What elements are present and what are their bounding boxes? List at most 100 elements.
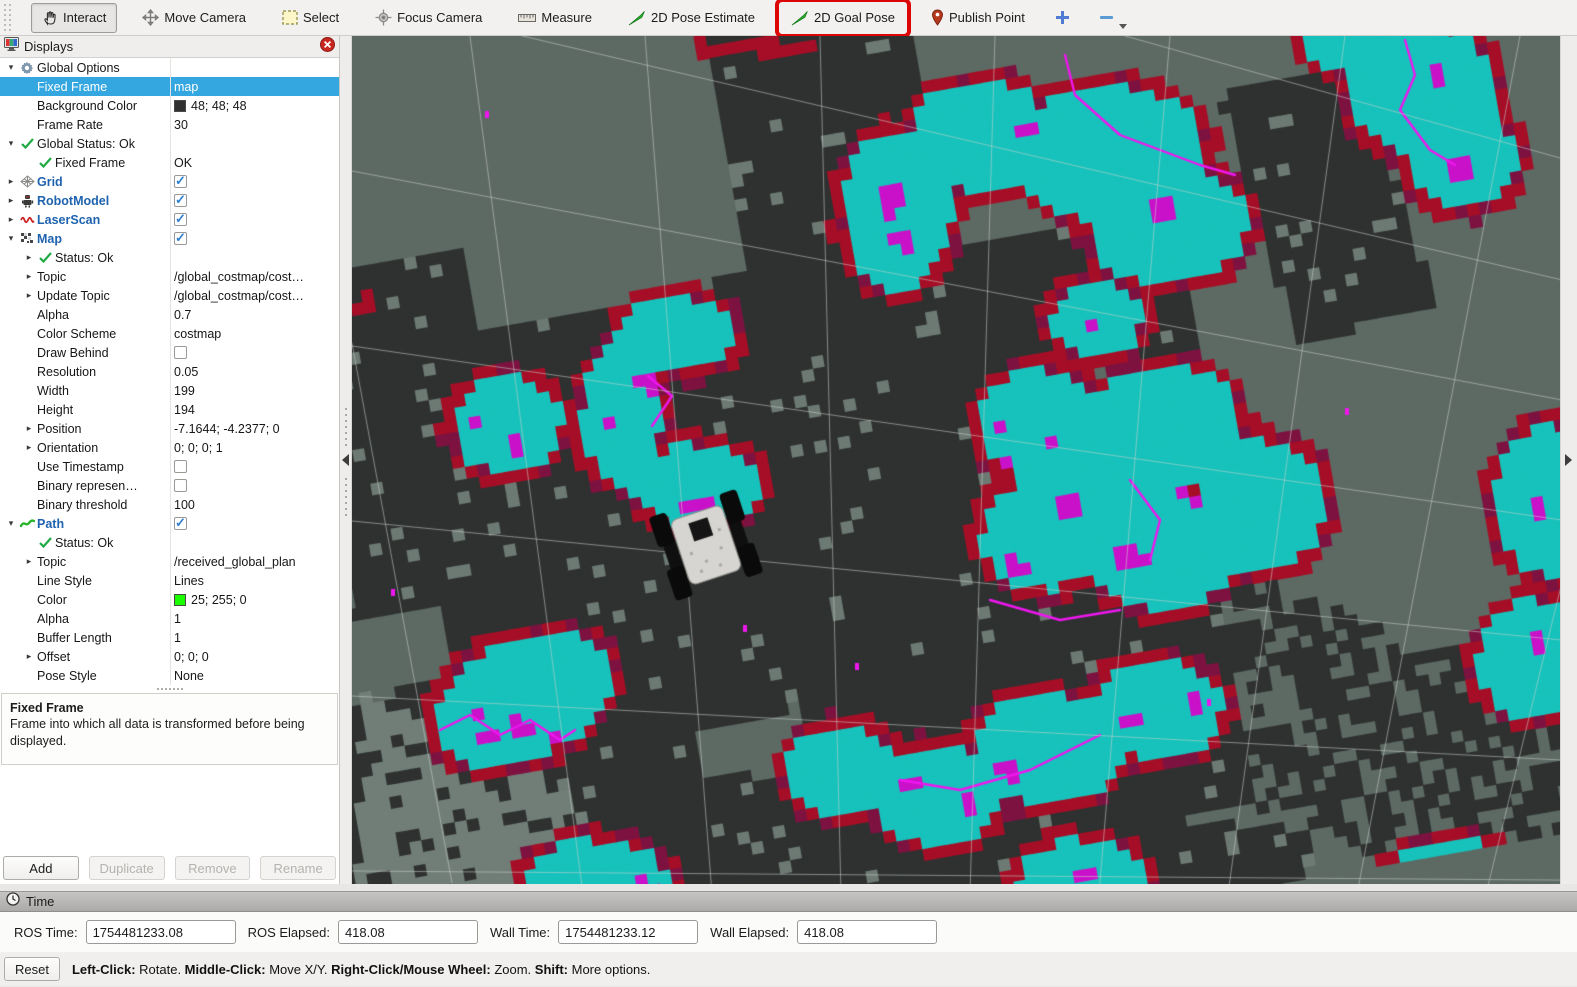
- map-icon: [18, 232, 36, 245]
- check-icon: [36, 537, 54, 548]
- move-icon: [142, 9, 159, 26]
- property-label: Global Status: Ok: [36, 137, 135, 151]
- property-value[interactable]: /global_costmap/cost…: [174, 286, 304, 305]
- reset-button[interactable]: Reset: [4, 957, 60, 981]
- tool-button-focus-camera[interactable]: Focus Camera: [364, 3, 493, 33]
- property-value[interactable]: 0.05: [174, 362, 198, 381]
- enabled-checkbox[interactable]: [174, 479, 187, 492]
- enabled-checkbox[interactable]: [174, 194, 187, 207]
- hand-icon: [42, 10, 58, 26]
- property-value[interactable]: 194: [174, 400, 195, 419]
- expand-right-arrow-icon[interactable]: [1565, 454, 1572, 466]
- color-value[interactable]: 25; 255; 0: [191, 593, 247, 607]
- property-value[interactable]: OK: [174, 153, 192, 172]
- property-value[interactable]: 1: [174, 628, 181, 647]
- time-panel-header[interactable]: Time: [0, 891, 1577, 912]
- clock-icon: [6, 892, 20, 911]
- property-value[interactable]: 1: [174, 609, 181, 628]
- color-swatch[interactable]: [174, 100, 186, 112]
- add-display-button[interactable]: Add: [3, 856, 79, 880]
- expander-closed-icon[interactable]: ▸: [22, 442, 36, 453]
- expander-closed-icon[interactable]: ▸: [22, 290, 36, 301]
- property-label: Color Scheme: [36, 327, 116, 341]
- help-title: Fixed Frame: [10, 700, 329, 716]
- rviz-window: Interact Move Camera Select Focus Camera Mea…: [0, 0, 1577, 987]
- expander-closed-icon[interactable]: ▸: [4, 176, 18, 187]
- expander-open-icon[interactable]: ▾: [4, 62, 18, 73]
- left-splitter[interactable]: [340, 36, 352, 884]
- enabled-checkbox[interactable]: [174, 213, 187, 226]
- color-value[interactable]: 48; 48; 48: [191, 99, 247, 113]
- property-help-box: Fixed Frame Frame into which all data is…: [1, 693, 338, 765]
- enabled-checkbox[interactable]: [174, 175, 187, 188]
- expander-closed-icon[interactable]: ▸: [22, 556, 36, 567]
- laser-icon: [18, 215, 36, 224]
- property-value[interactable]: 199: [174, 381, 195, 400]
- property-value[interactable]: 30: [174, 115, 188, 134]
- property-label: Topic: [36, 270, 66, 284]
- tool-button-publish-point[interactable]: Publish Point: [920, 3, 1036, 33]
- enabled-checkbox[interactable]: [174, 346, 187, 359]
- tool-button-2d-pose-estimate[interactable]: 2D Pose Estimate: [617, 3, 766, 33]
- property-label: Width: [36, 384, 69, 398]
- property-value[interactable]: /received_global_plan: [174, 552, 296, 571]
- tool-button-select[interactable]: Select: [271, 3, 350, 33]
- displays-tree: ▾Global OptionsFixed FramemapBackground …: [0, 58, 339, 685]
- remove-tool-button[interactable]: [1094, 5, 1120, 31]
- tool-button-measure[interactable]: Measure: [507, 3, 603, 33]
- expander-open-icon[interactable]: ▾: [4, 233, 18, 244]
- gear-icon: [18, 61, 36, 75]
- property-label: Color: [36, 593, 67, 607]
- collapse-left-arrow-icon[interactable]: [342, 454, 349, 466]
- property-value[interactable]: Lines: [174, 571, 204, 590]
- property-value[interactable]: 100: [174, 495, 195, 514]
- property-label: Orientation: [36, 441, 98, 455]
- displays-panel-header[interactable]: Displays: [0, 36, 339, 58]
- property-value[interactable]: -7.1644; -4.2377; 0: [174, 419, 280, 438]
- enabled-checkbox[interactable]: [174, 232, 187, 245]
- property-value[interactable]: 0; 0; 0; 1: [174, 438, 223, 457]
- property-value[interactable]: costmap: [174, 324, 221, 343]
- property-value[interactable]: map: [174, 77, 198, 96]
- tool-buttons: Interact Move Camera Select Focus Camera Mea…: [31, 3, 1050, 33]
- tool-dropdown-caret[interactable]: [1119, 24, 1127, 29]
- property-label: Use Timestamp: [36, 460, 124, 474]
- enabled-checkbox[interactable]: [174, 517, 187, 530]
- property-label: Binary represen…: [36, 479, 138, 493]
- property-value[interactable]: /global_costmap/cost…: [174, 267, 304, 286]
- toolbar-drag-handle[interactable]: [3, 4, 13, 32]
- property-label: Resolution: [36, 365, 96, 379]
- property-label: Global Options: [36, 61, 120, 75]
- close-panel-button[interactable]: [320, 37, 335, 57]
- tool-button-interact[interactable]: Interact: [31, 3, 117, 33]
- property-value[interactable]: 0; 0; 0: [174, 647, 209, 666]
- tool-button-move-camera[interactable]: Move Camera: [131, 3, 257, 33]
- right-splitter[interactable]: [1560, 36, 1577, 884]
- status-bar: Reset Left-Click: Rotate. Middle-Click: …: [0, 952, 1577, 986]
- expander-closed-icon[interactable]: ▸: [22, 423, 36, 434]
- minus-icon: [1099, 10, 1114, 25]
- property-value[interactable]: None: [174, 666, 204, 685]
- ros-time-input[interactable]: [86, 920, 236, 944]
- enabled-checkbox[interactable]: [174, 460, 187, 473]
- expander-closed-icon[interactable]: ▸: [22, 651, 36, 662]
- expander-closed-icon[interactable]: ▸: [22, 271, 36, 282]
- property-label: Buffer Length: [36, 631, 112, 645]
- tool-button-2d-goal-pose[interactable]: 2D Goal Pose: [780, 3, 906, 33]
- property-label: LaserScan: [36, 213, 100, 227]
- expander-closed-icon[interactable]: ▸: [4, 214, 18, 225]
- expander-open-icon[interactable]: ▾: [4, 518, 18, 529]
- expander-open-icon[interactable]: ▾: [4, 138, 18, 149]
- property-value[interactable]: 0.7: [174, 305, 191, 324]
- tree-help-splitter[interactable]: [0, 685, 339, 693]
- ros-elapsed-input[interactable]: [338, 920, 478, 944]
- expander-closed-icon[interactable]: ▸: [4, 195, 18, 206]
- tool-button-label: Select: [303, 10, 339, 25]
- 3d-viewport[interactable]: [352, 36, 1560, 884]
- wall-time-input[interactable]: [558, 920, 698, 944]
- robot-icon: [18, 194, 36, 208]
- add-tool-button[interactable]: [1050, 5, 1076, 31]
- expander-closed-icon[interactable]: ▸: [22, 252, 36, 263]
- wall-elapsed-input[interactable]: [797, 920, 937, 944]
- color-swatch[interactable]: [174, 594, 186, 606]
